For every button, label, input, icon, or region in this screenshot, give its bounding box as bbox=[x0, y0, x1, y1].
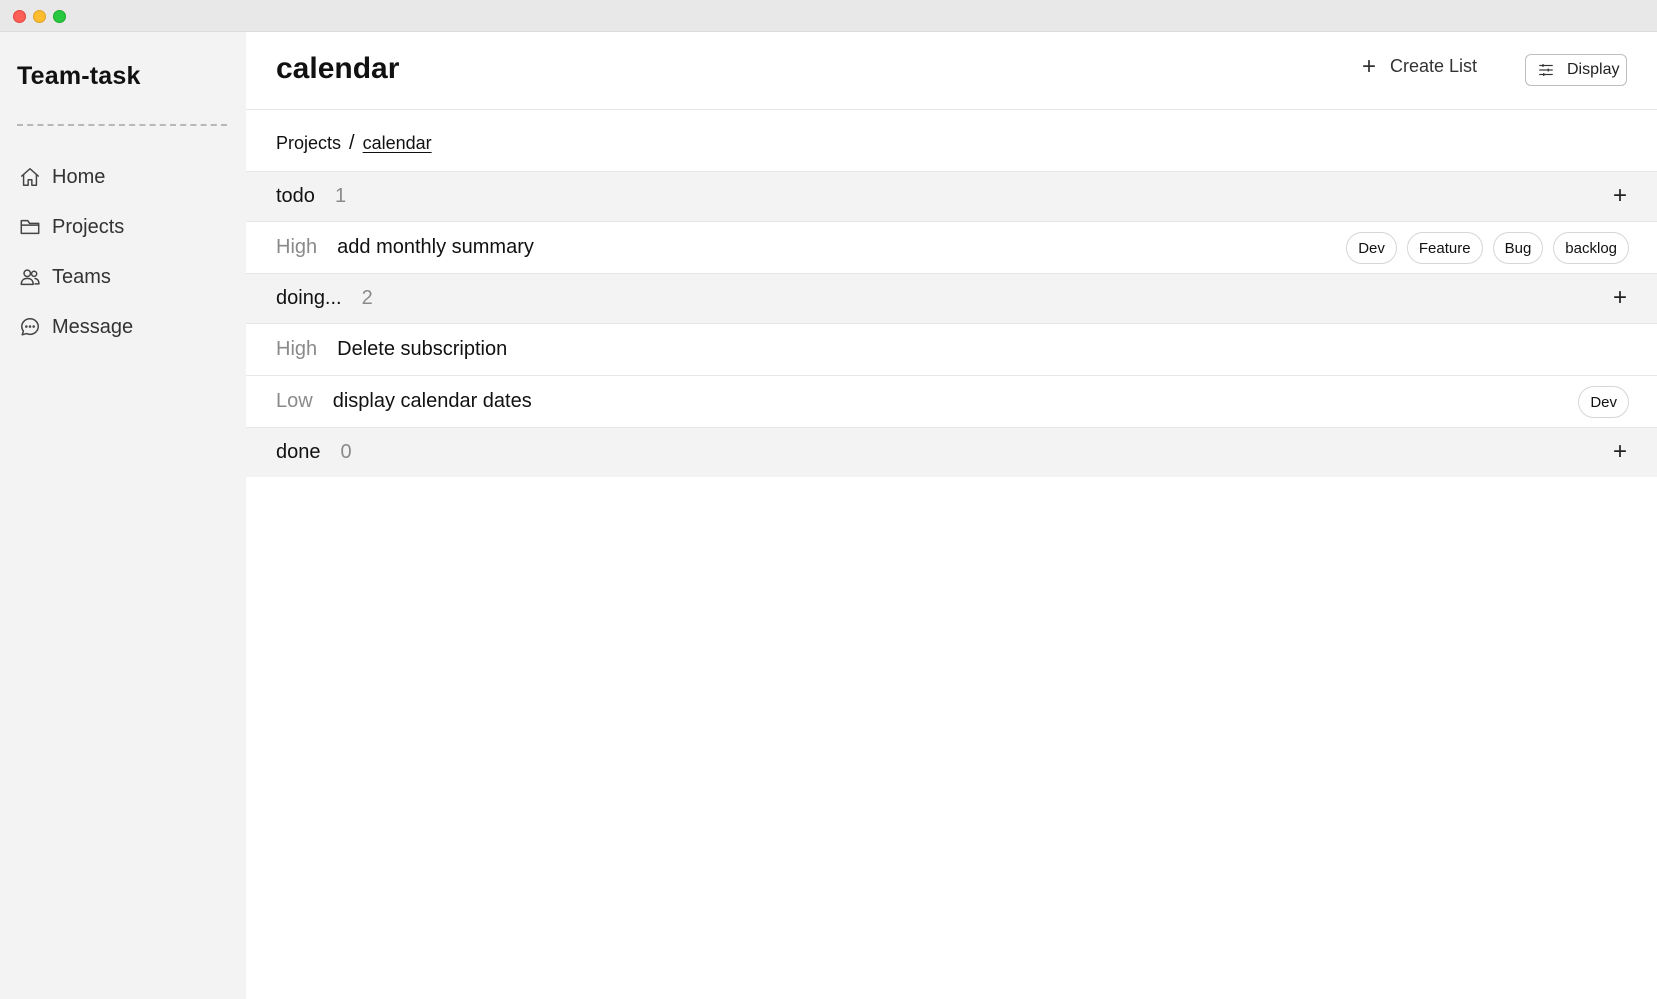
sidebar-item-home[interactable]: Home bbox=[0, 152, 246, 202]
task-title: add monthly summary bbox=[337, 236, 534, 258]
app-brand: Team-task bbox=[17, 62, 141, 90]
folder-icon bbox=[18, 215, 42, 239]
group-header-done: done 0 + bbox=[246, 427, 1657, 477]
task-priority: Low bbox=[276, 390, 313, 412]
create-list-button[interactable]: + Create List bbox=[1362, 52, 1478, 80]
add-task-button[interactable]: + bbox=[1613, 184, 1627, 208]
sidebar-item-label: Message bbox=[52, 315, 134, 338]
sidebar-item-label: Home bbox=[52, 165, 106, 188]
tag-badge[interactable]: Bug bbox=[1492, 232, 1544, 264]
breadcrumb: Projects / calendar bbox=[276, 132, 432, 155]
tag-badge[interactable]: Feature bbox=[1406, 232, 1483, 264]
users-icon bbox=[18, 265, 42, 289]
group-name: todo bbox=[276, 185, 315, 207]
task-row[interactable]: High Delete subscription bbox=[246, 323, 1657, 375]
page-title: calendar bbox=[276, 52, 400, 85]
add-task-button[interactable]: + bbox=[1613, 440, 1627, 464]
plus-icon: + bbox=[1362, 52, 1377, 80]
add-task-button[interactable]: + bbox=[1613, 286, 1627, 310]
task-row[interactable]: High add monthly summary Dev Feature Bug… bbox=[246, 221, 1657, 273]
sidebar: Team-task Home Projects Teams Message bbox=[0, 32, 246, 999]
page-header: calendar + Create List Display bbox=[246, 32, 1657, 110]
sidebar-divider bbox=[17, 124, 227, 126]
task-priority: High bbox=[276, 236, 318, 258]
close-window-button[interactable] bbox=[13, 10, 26, 23]
group-header-doing: doing... 2 + bbox=[246, 273, 1657, 323]
home-icon bbox=[18, 165, 42, 189]
sidebar-nav: Home Projects Teams Message bbox=[0, 152, 246, 352]
task-title: Delete subscription bbox=[337, 338, 508, 360]
task-priority: High bbox=[276, 338, 318, 360]
sidebar-item-teams[interactable]: Teams bbox=[0, 252, 246, 302]
tag-badge[interactable]: Dev bbox=[1346, 232, 1397, 264]
group-count: 1 bbox=[334, 185, 347, 207]
task-tags: Dev bbox=[1578, 386, 1629, 418]
sidebar-item-message[interactable]: Message bbox=[0, 302, 246, 352]
sidebar-item-projects[interactable]: Projects bbox=[0, 202, 246, 252]
app-window: Team-task Home Projects Teams Message ca… bbox=[0, 0, 1657, 999]
task-row[interactable]: Low display calendar dates Dev bbox=[246, 375, 1657, 427]
message-icon bbox=[18, 315, 42, 339]
display-label: Display bbox=[1567, 61, 1620, 78]
sidebar-item-label: Projects bbox=[52, 215, 125, 238]
main-content: calendar + Create List Display Projects … bbox=[246, 32, 1657, 999]
minimize-window-button[interactable] bbox=[33, 10, 46, 23]
breadcrumb-projects-link[interactable]: Projects bbox=[276, 133, 341, 154]
tag-badge[interactable]: backlog bbox=[1553, 232, 1629, 264]
task-groups: todo 1 + High add monthly summary Dev Fe… bbox=[246, 171, 1657, 477]
tag-badge[interactable]: Dev bbox=[1578, 386, 1629, 418]
group-count: 0 bbox=[340, 441, 352, 463]
breadcrumb-separator: / bbox=[349, 132, 355, 154]
group-name: done bbox=[276, 441, 321, 463]
task-tags: Dev Feature Bug backlog bbox=[1346, 232, 1629, 264]
sliders-icon bbox=[1539, 64, 1553, 76]
display-button[interactable]: Display bbox=[1525, 54, 1627, 86]
sidebar-item-label: Teams bbox=[52, 265, 111, 288]
group-header-todo: todo 1 + bbox=[246, 171, 1657, 221]
group-count: 2 bbox=[361, 287, 373, 309]
breadcrumb-current-link[interactable]: calendar bbox=[363, 133, 432, 154]
task-title: display calendar dates bbox=[332, 390, 532, 412]
maximize-window-button[interactable] bbox=[53, 10, 66, 23]
window-titlebar bbox=[0, 0, 1657, 32]
group-name: doing... bbox=[276, 287, 342, 309]
create-list-label: Create List bbox=[1390, 56, 1478, 76]
